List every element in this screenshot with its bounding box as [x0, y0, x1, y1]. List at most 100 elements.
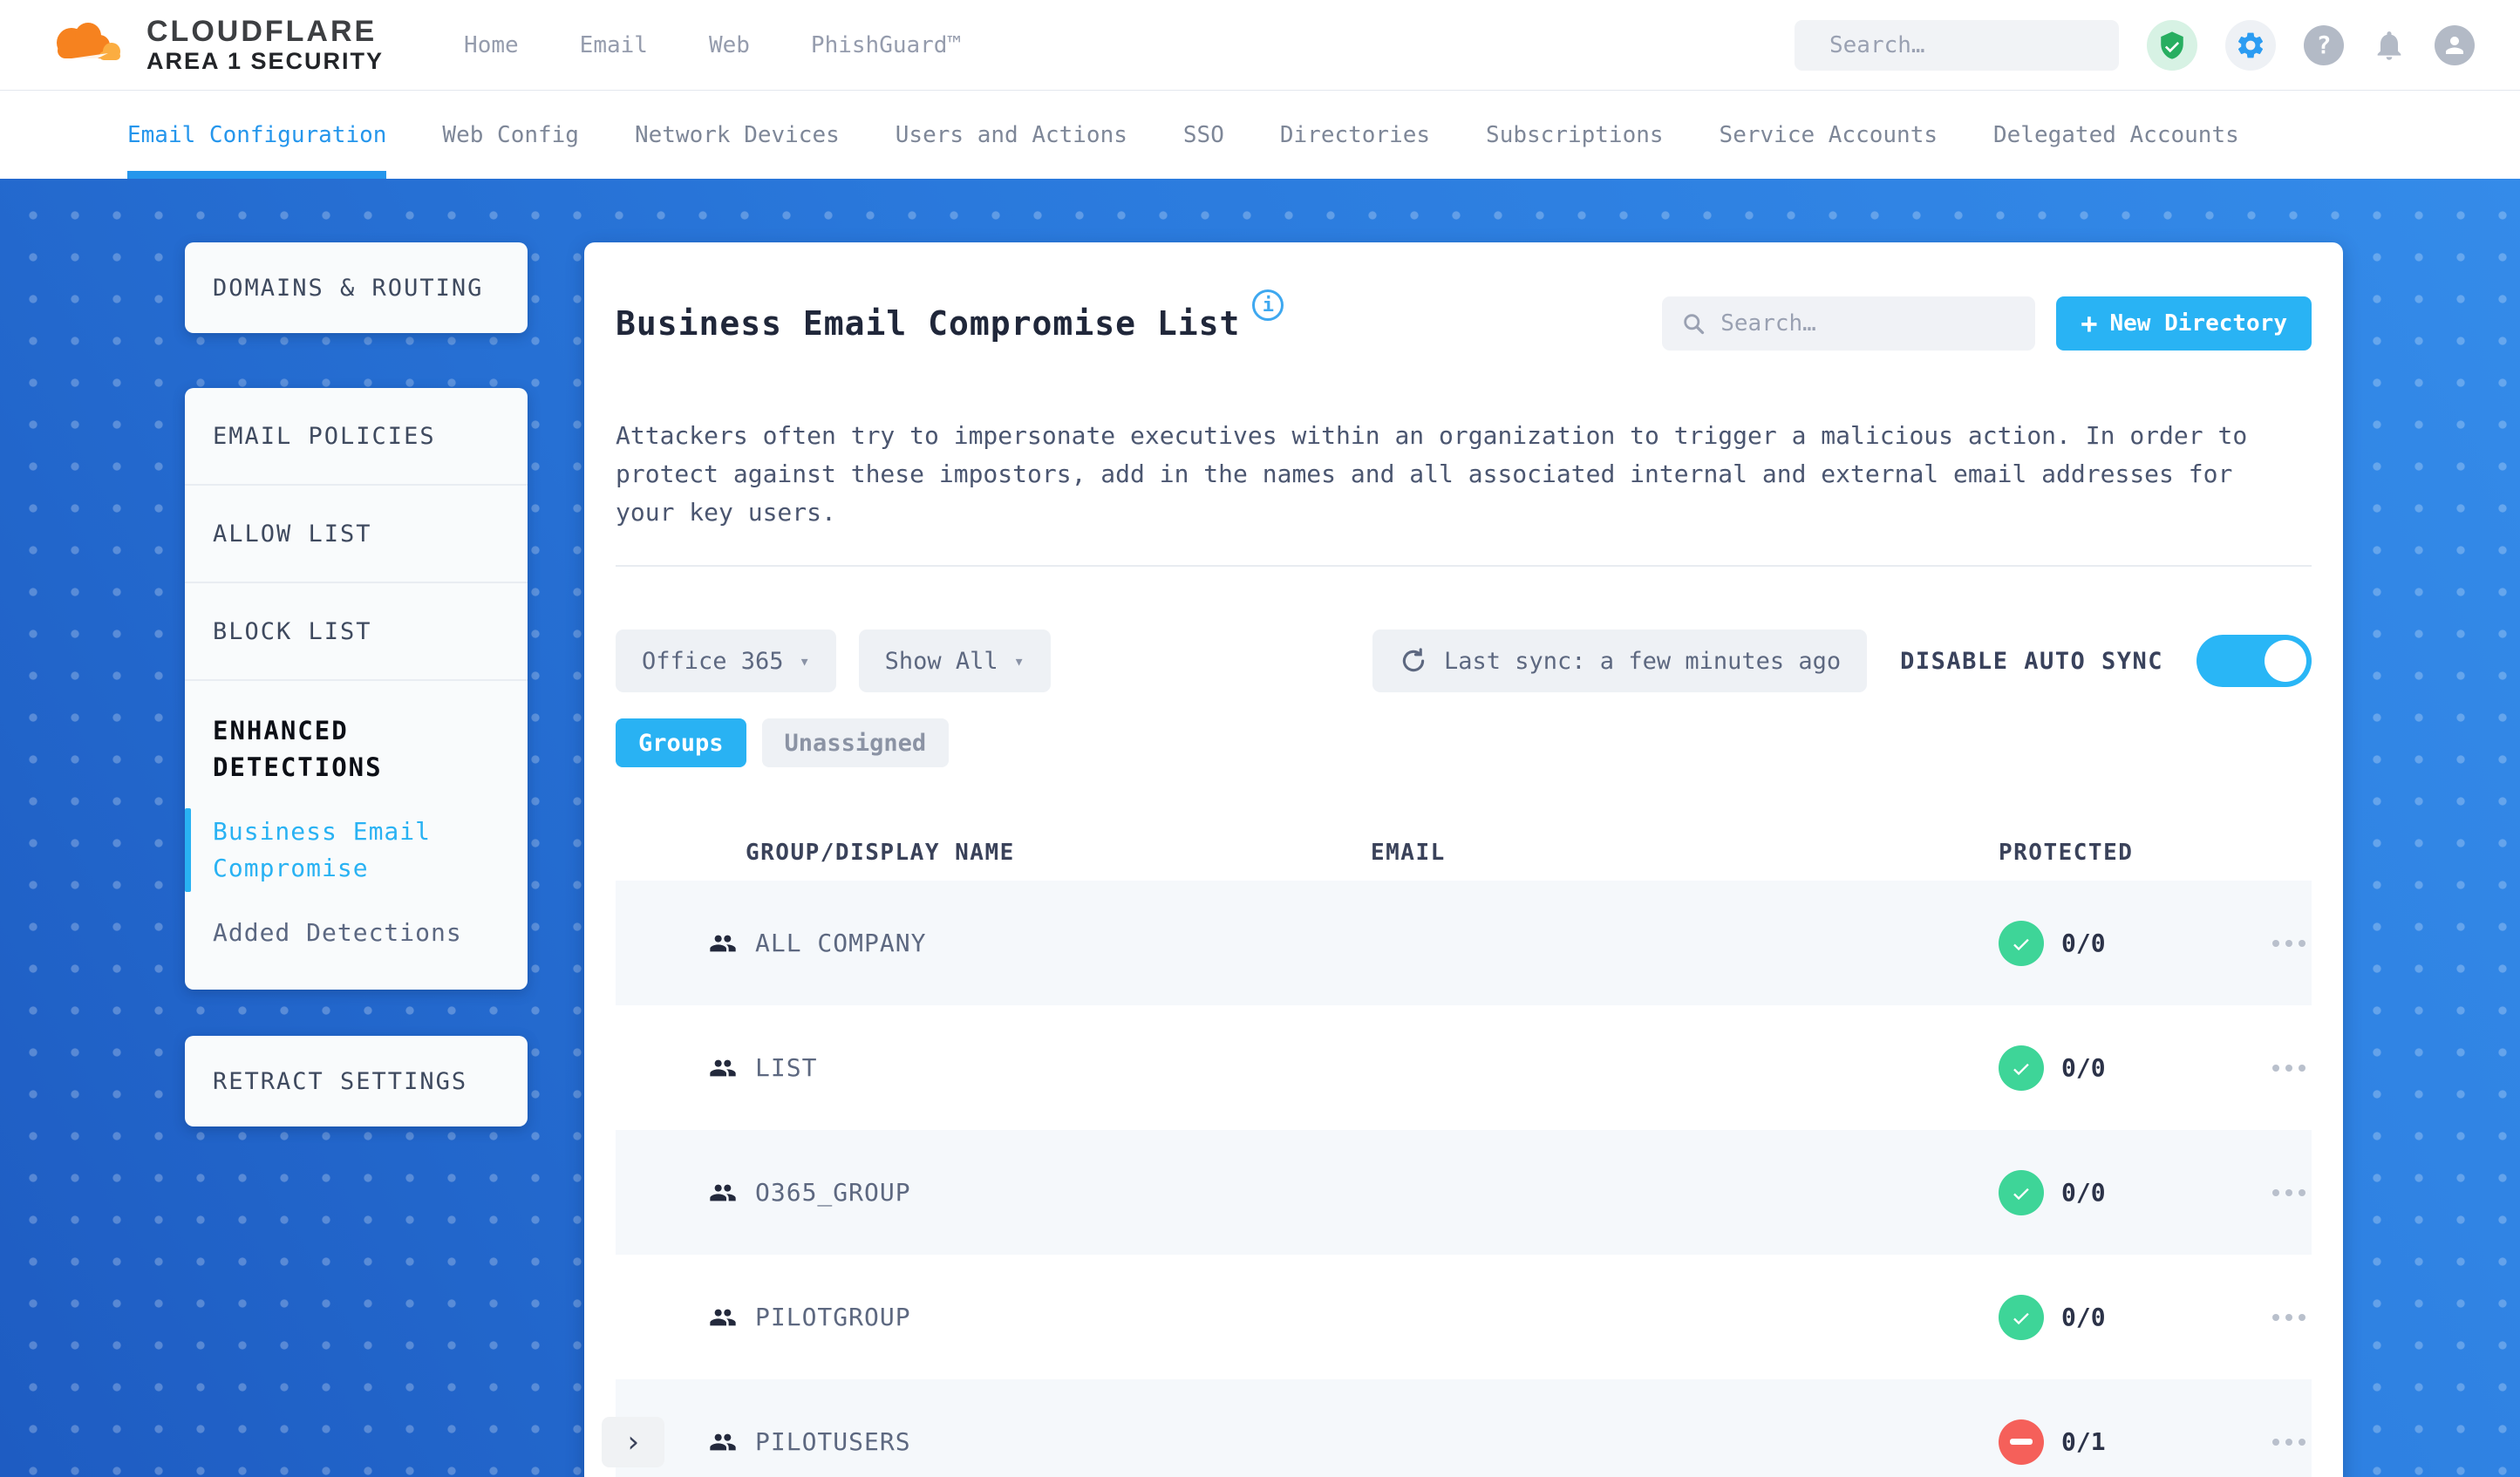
group-icon — [710, 935, 736, 951]
secondary-nav: Email Configuration Web Config Network Dev… — [0, 90, 2520, 179]
tab-sso[interactable]: SSO — [1183, 91, 1224, 179]
column-header-protected: PROTECTED — [1999, 840, 2134, 866]
auto-sync-toggle[interactable] — [2196, 635, 2312, 687]
account-button[interactable] — [2435, 24, 2475, 65]
tab-service-accounts[interactable]: Service Accounts — [1720, 91, 1938, 179]
page-description: Attackers often try to impersonate execu… — [616, 421, 2248, 527]
list-search[interactable] — [1662, 296, 2036, 351]
protected-cell: 0/0 — [1985, 1294, 2272, 1340]
search-icon — [1684, 314, 1705, 335]
group-icon-cell — [706, 1054, 755, 1082]
sidebar-item-business-email-compromise[interactable]: Business Email Compromise — [185, 808, 528, 892]
table-row: LIST 0/0 — [616, 1005, 2312, 1130]
nav-item-web[interactable]: Web — [709, 32, 750, 58]
security-status-button[interactable] — [2147, 19, 2197, 71]
protected-count: 0/0 — [2061, 1303, 2106, 1331]
row-menu-button[interactable] — [2272, 1188, 2312, 1196]
row-menu-button[interactable] — [2272, 1438, 2312, 1446]
group-name: PILOTGROUP — [755, 1303, 911, 1331]
question-glyph: ? — [2316, 31, 2332, 59]
group-icon-cell — [706, 1303, 755, 1331]
panel-header: Business Email Compromise List i + New D… — [616, 242, 2312, 351]
brand: CLOUDFLARE AREA 1 SECURITY — [45, 15, 384, 74]
group-name: LIST — [755, 1053, 818, 1082]
global-search[interactable] — [1795, 19, 2125, 71]
expand-row-button[interactable]: › — [602, 1416, 664, 1467]
dot-icon — [2272, 1313, 2279, 1321]
nav-item-email[interactable]: Email — [580, 32, 648, 58]
settings-button[interactable] — [2225, 19, 2276, 71]
dot-icon — [2285, 1313, 2292, 1321]
dot-icon — [2272, 939, 2279, 947]
help-button[interactable]: ? — [2304, 24, 2344, 65]
shield-check-icon — [2161, 31, 2183, 59]
tab-delegated-accounts[interactable]: Delegated Accounts — [1993, 91, 2239, 179]
sidebar-item-domains-routing[interactable]: DOMAINS & ROUTING — [185, 275, 528, 302]
tab-users-and-actions[interactable]: Users and Actions — [896, 91, 1127, 179]
table-header-row: GROUP/DISPLAY NAME EMAIL PROTECTED — [616, 825, 2312, 881]
table-row: PILOTGROUP 0/0 — [616, 1255, 2312, 1379]
show-filter-dropdown[interactable]: Show All ▾ — [858, 630, 1051, 692]
dot-icon — [2299, 1438, 2305, 1446]
group-icon — [710, 1184, 736, 1201]
tab-subscriptions[interactable]: Subscriptions — [1486, 91, 1664, 179]
sidebar-item-block-list[interactable]: BLOCK LIST — [185, 583, 528, 681]
sidebar-card-1: DOMAINS & ROUTING — [185, 242, 528, 333]
info-icon[interactable]: i — [1252, 289, 1284, 321]
avatar — [2435, 24, 2475, 65]
last-sync-button[interactable]: Last sync: a few minutes ago — [1372, 630, 1868, 692]
group-icon-cell — [706, 1179, 755, 1207]
row-menu-button[interactable] — [2272, 1313, 2312, 1321]
sync-controls: Last sync: a few minutes ago DISABLE AUT… — [1372, 630, 2312, 692]
question-icon: ? — [2304, 24, 2344, 65]
new-directory-label: New Directory — [2109, 310, 2288, 337]
tab-directories[interactable]: Directories — [1280, 91, 1430, 179]
brand-text: CLOUDFLARE AREA 1 SECURITY — [146, 15, 384, 74]
dot-icon — [2299, 939, 2305, 947]
protected-cell: 0/0 — [1985, 1169, 2272, 1215]
directory-source-dropdown[interactable]: Office 365 ▾ — [616, 630, 836, 692]
sidebar-item-allow-list[interactable]: ALLOW LIST — [185, 486, 528, 583]
top-bar: CLOUDFLARE AREA 1 SECURITY Home Email Web P… — [0, 0, 2520, 90]
new-directory-button[interactable]: + New Directory — [2056, 296, 2312, 351]
dot-icon — [2299, 1064, 2305, 1072]
nav-item-home[interactable]: Home — [464, 32, 519, 58]
row-expander-cell: › — [602, 1416, 706, 1467]
nav-item-phishguard[interactable]: PhishGuard™ — [811, 32, 961, 58]
bell-icon — [2377, 31, 2401, 60]
dot-icon — [2285, 1438, 2292, 1446]
bec-list-panel: Business Email Compromise List i + New D… — [584, 242, 2343, 1477]
list-search-input[interactable] — [1719, 310, 2017, 337]
dot-icon — [2272, 1064, 2279, 1072]
protected-cell: 0/0 — [1985, 1045, 2272, 1091]
group-name: ALL COMPANY — [755, 929, 927, 957]
tab-network-devices[interactable]: Network Devices — [635, 91, 840, 179]
column-header-email: EMAIL — [1371, 840, 1446, 866]
last-sync-label: Last sync: a few minutes ago — [1444, 647, 1842, 675]
row-menu-button[interactable] — [2272, 1064, 2312, 1072]
notifications-button[interactable] — [2372, 28, 2407, 63]
cloudflare-logo-icon — [57, 22, 120, 60]
page-title: Business Email Compromise List — [616, 304, 1241, 343]
sidebar-item-email-policies[interactable]: EMAIL POLICIES — [185, 388, 528, 486]
tab-unassigned[interactable]: Unassigned — [761, 718, 950, 767]
column-header-group-name: GROUP/DISPLAY NAME — [746, 840, 1015, 866]
tab-groups[interactable]: Groups — [616, 718, 746, 767]
toggle-knob — [2265, 640, 2306, 682]
global-search-input[interactable] — [1828, 31, 2125, 59]
tab-web-config[interactable]: Web Config — [442, 91, 579, 179]
tab-email-configuration[interactable]: Email Configuration — [127, 91, 387, 179]
auto-sync-label: DISABLE AUTO SYNC — [1900, 647, 2163, 675]
sidebar-item-added-detections[interactable]: Added Detections — [185, 915, 528, 951]
group-icon-cell — [706, 1428, 755, 1456]
group-tabs: Groups Unassigned — [616, 718, 2312, 767]
primary-nav: Home Email Web PhishGuard™ — [464, 32, 961, 58]
sidebar-item-retract-settings[interactable]: RETRACT SETTINGS — [185, 1068, 528, 1095]
group-icon — [710, 1433, 736, 1450]
brand-subtitle: AREA 1 SECURITY — [146, 48, 385, 75]
protected-check-icon — [1999, 1294, 2044, 1340]
row-menu-button[interactable] — [2272, 939, 2312, 947]
filter-dropdowns: Office 365 ▾ Show All ▾ — [616, 630, 1051, 692]
person-icon — [2446, 36, 2463, 54]
group-icon — [710, 1059, 736, 1076]
